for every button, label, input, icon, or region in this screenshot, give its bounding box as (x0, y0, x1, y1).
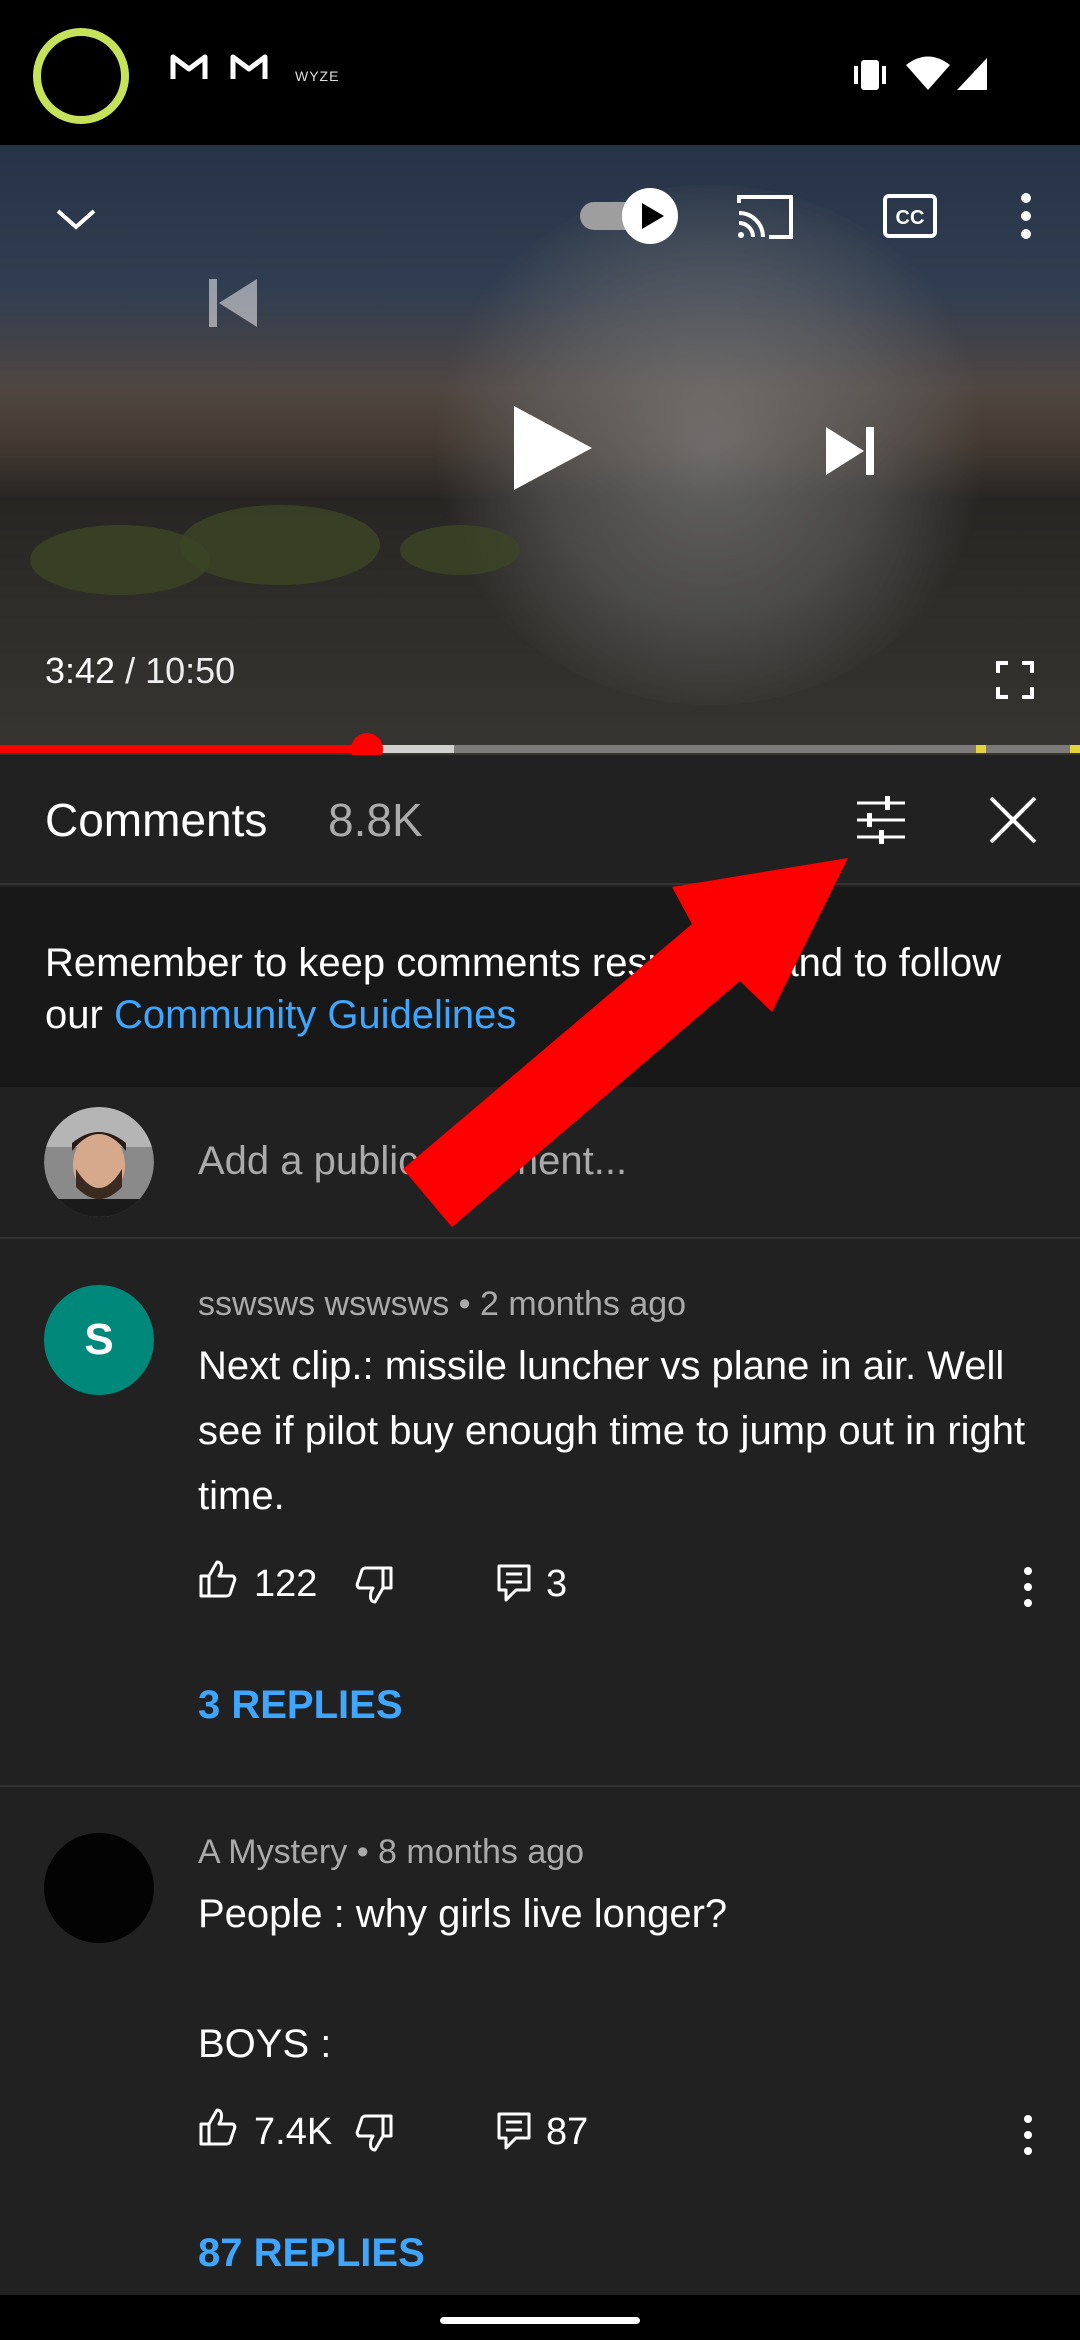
reply-count: 87 (546, 2111, 589, 2153)
wyze-notification-label: WYZE (295, 68, 340, 84)
view-replies-button[interactable]: 3 REPLIES (198, 1683, 403, 1728)
current-time: 3:42 (45, 650, 116, 691)
wifi-icon (906, 56, 950, 90)
time-separator: / (115, 650, 146, 691)
comment-author[interactable]: sswsws wswsws (198, 1285, 449, 1323)
comment-text-line: People : why girls live longer? (198, 1892, 728, 1936)
like-count: 122 (254, 1563, 318, 1605)
like-icon[interactable] (198, 1559, 238, 1599)
comment-meta: A Mystery • 8 months ago (198, 1833, 585, 1871)
fullscreen-icon[interactable] (996, 661, 1034, 699)
next-video-icon[interactable] (822, 423, 878, 479)
ad-marker (1070, 745, 1080, 753)
like-icon[interactable] (198, 2107, 238, 2147)
comment-text-line: BOYS : (198, 2022, 332, 2066)
like-count: 7.4K (254, 2111, 333, 2153)
community-guidelines-notice: Remember to keep comments respectful and… (0, 887, 1080, 1087)
comments-panel: Comments 8.8K Remember to keep comments … (0, 755, 1080, 2295)
previous-video-icon[interactable] (205, 275, 261, 331)
playback-time: 3:42 / 10:50 (45, 650, 235, 692)
progress-played (0, 745, 368, 753)
user-avatar (44, 1107, 154, 1217)
svg-text:CC: CC (896, 207, 925, 229)
close-icon[interactable] (988, 795, 1038, 845)
gmail-icon (230, 54, 268, 79)
cell-signal-icon (957, 58, 987, 90)
play-icon[interactable] (508, 403, 598, 493)
vibrate-icon (854, 60, 886, 90)
reply-icon[interactable] (496, 1563, 532, 1603)
comment-item: S sswsws wswsws • 2 months ago Next clip… (0, 1239, 1080, 1789)
status-bar: WYZE (0, 0, 1080, 145)
comment-item: A Mystery • 8 months ago People : why gi… (0, 1787, 1080, 2295)
dislike-icon[interactable] (354, 2113, 394, 2153)
add-comment-row[interactable]: Add a public comment... (0, 1087, 1080, 1239)
comment-more-icon[interactable] (1020, 2113, 1036, 2157)
video-progress-bar[interactable] (0, 745, 1080, 753)
comment-age: 2 months ago (480, 1285, 687, 1323)
total-time: 10:50 (145, 650, 236, 691)
home-gesture-pill[interactable] (440, 2317, 640, 2324)
view-replies-button[interactable]: 87 REPLIES (198, 2231, 425, 2276)
comment-text: Next clip.: missile luncher vs plane in … (198, 1344, 1026, 1518)
dislike-icon[interactable] (354, 1565, 394, 1605)
comment-author-avatar[interactable] (44, 1833, 154, 1943)
comment-author[interactable]: A Mystery (198, 1833, 347, 1871)
comment-author-avatar[interactable]: S (44, 1285, 154, 1395)
cast-icon[interactable] (735, 193, 795, 241)
gmail-icon (170, 54, 208, 79)
comment-age: 8 months ago (378, 1833, 585, 1871)
comment-actions: 7.4K 87 (198, 2103, 1058, 2163)
reply-icon[interactable] (496, 2111, 532, 2151)
add-comment-input[interactable]: Add a public comment... (198, 1139, 627, 1184)
reply-count: 3 (546, 1563, 568, 1605)
comment-meta: sswsws wswsws • 2 months ago (198, 1285, 687, 1323)
comments-header: Comments 8.8K (0, 755, 1080, 885)
captions-cc-icon[interactable]: CC (882, 193, 938, 239)
assistant-ring-icon (33, 28, 129, 124)
player-more-options-icon[interactable] (1016, 190, 1036, 242)
minimize-chevron-icon[interactable] (52, 205, 100, 235)
video-player[interactable]: CC 3:42 / 10:50 (0, 145, 1080, 755)
comment-actions: 122 3 (198, 1555, 1058, 1615)
community-guidelines-link[interactable]: Community Guidelines (114, 993, 516, 1037)
comments-title: Comments (45, 794, 268, 846)
sort-filter-icon[interactable] (855, 795, 907, 845)
autoplay-toggle[interactable] (578, 185, 680, 247)
comments-count: 8.8K (328, 794, 423, 846)
ad-marker (976, 745, 986, 753)
comment-more-icon[interactable] (1020, 1565, 1036, 1609)
